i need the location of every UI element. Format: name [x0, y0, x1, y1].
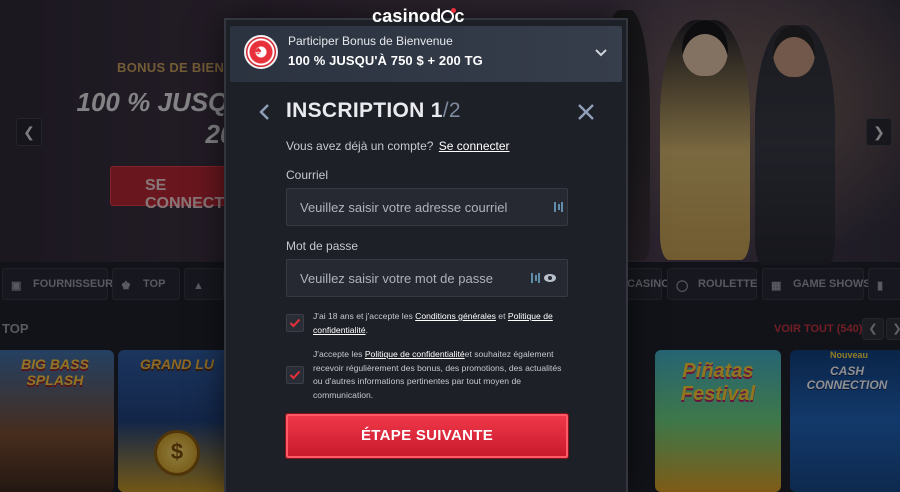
- bonus-selector[interactable]: ♠ Participer Bonus de Bienvenue 100 % JU…: [230, 26, 622, 82]
- close-icon[interactable]: [574, 100, 598, 124]
- autofill-key-icon[interactable]: [552, 200, 566, 214]
- privacy-link[interactable]: Politique de confidentialité: [365, 349, 465, 359]
- step-current: 1: [430, 99, 443, 122]
- bonus-value: 100 % JUSQU'À 750 $ + 200 TG: [288, 53, 483, 68]
- terms-checkbox[interactable]: [286, 314, 304, 332]
- password-label: Mot de passe: [286, 239, 359, 253]
- poker-chip-icon: ♠: [244, 35, 278, 69]
- next-step-button[interactable]: ÉTAPE SUIVANTE: [286, 414, 568, 458]
- checkmark-icon: [289, 318, 301, 328]
- logo-o-icon: [441, 8, 457, 23]
- chevron-left-icon[interactable]: [256, 100, 274, 124]
- password-input[interactable]: [287, 260, 567, 296]
- modal-title-text: INSCRIPTION: [286, 99, 425, 122]
- terms-link[interactable]: Conditions générales: [415, 311, 496, 321]
- email-input[interactable]: [287, 189, 567, 225]
- signup-modal: ♠ Participer Bonus de Bienvenue 100 % JU…: [224, 18, 628, 492]
- password-field[interactable]: [286, 259, 568, 297]
- email-field[interactable]: [286, 188, 568, 226]
- email-label: Courriel: [286, 168, 329, 182]
- terms-consent-row: J'ai 18 ans et j'accepte les Conditions …: [286, 311, 586, 342]
- login-link[interactable]: Se connecter: [439, 139, 510, 153]
- casinodoc-logo[interactable]: casinod c: [372, 6, 465, 27]
- marketing-checkbox[interactable]: [286, 366, 304, 384]
- chevron-down-icon[interactable]: [589, 40, 613, 64]
- marketing-consent-text: J'accepte les Politique de confidentiali…: [313, 348, 571, 402]
- step-header: INSCRIPTION 1/2: [256, 98, 596, 128]
- consent-text: et: [495, 311, 508, 321]
- checkmark-icon: [289, 370, 301, 380]
- login-prompt: Vous avez déjà un compte? Se connecter: [286, 139, 510, 153]
- logo-text: c: [454, 6, 465, 26]
- login-prompt-text: Vous avez déjà un compte?: [286, 139, 434, 153]
- autofill-key-icon[interactable]: [529, 271, 543, 285]
- eye-icon[interactable]: [543, 271, 557, 285]
- consent-text: J'accepte les: [313, 349, 365, 359]
- step-total: /2: [442, 99, 461, 122]
- consent-text: J'ai 18 ans et j'accepte les: [313, 311, 416, 321]
- logo-text: casinod: [372, 6, 442, 26]
- bonus-label: Participer Bonus de Bienvenue: [288, 34, 453, 48]
- modal-title: INSCRIPTION 1/2: [286, 99, 461, 123]
- terms-consent-text: J'ai 18 ans et j'accepte les Conditions …: [313, 310, 571, 337]
- consent-text: .: [365, 324, 368, 335]
